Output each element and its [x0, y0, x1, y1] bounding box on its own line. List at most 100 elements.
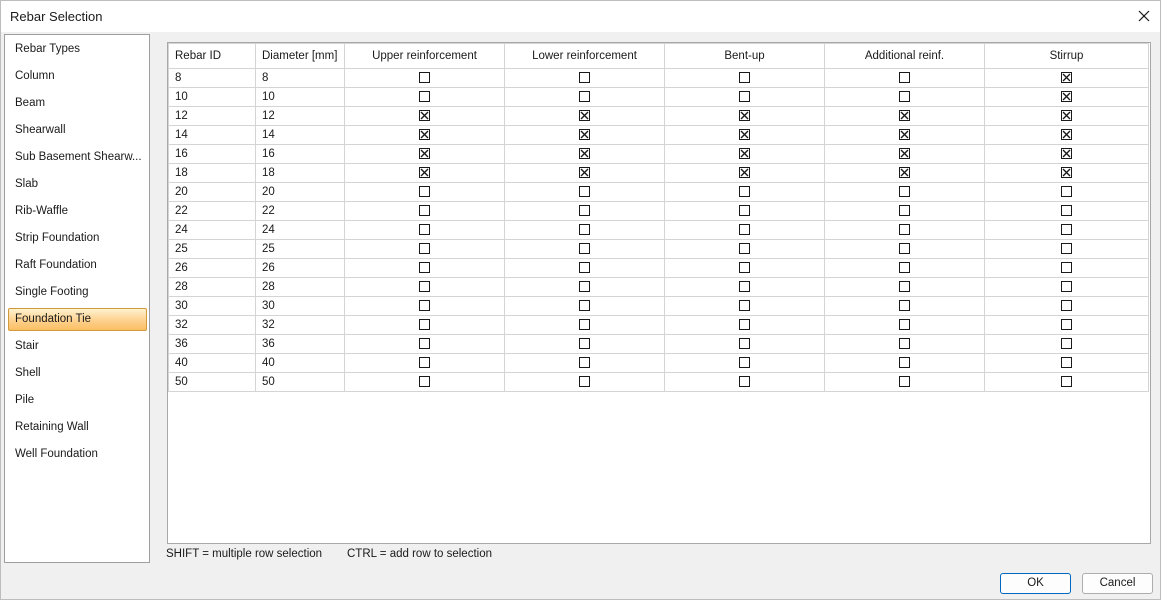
sidebar-item-column[interactable]: Column — [8, 65, 147, 88]
checkbox-checked-icon[interactable] — [419, 167, 430, 179]
checkbox-unchecked-icon[interactable] — [1061, 262, 1072, 274]
sidebar-item-shell[interactable]: Shell — [8, 362, 147, 385]
checkbox-checked-icon[interactable] — [579, 148, 590, 160]
table-row[interactable]: 10 10 — [168, 87, 1149, 107]
checkbox-unchecked-icon[interactable] — [419, 186, 430, 198]
checkbox-checked-icon[interactable] — [739, 129, 750, 141]
checkbox-unchecked-icon[interactable] — [739, 338, 750, 350]
checkbox-checked-icon[interactable] — [899, 129, 910, 141]
sidebar-item-foundation-tie[interactable]: Foundation Tie — [8, 308, 147, 331]
sidebar-item-slab[interactable]: Slab — [8, 173, 147, 196]
sidebar-item-single-footing[interactable]: Single Footing — [8, 281, 147, 304]
column-header-diameter[interactable]: Diameter [mm] — [255, 43, 345, 69]
sidebar-item-rebar-types[interactable]: Rebar Types — [8, 38, 147, 61]
checkbox-unchecked-icon[interactable] — [899, 319, 910, 331]
column-header-stirrup[interactable]: Stirrup — [984, 43, 1149, 69]
checkbox-checked-icon[interactable] — [1061, 91, 1072, 103]
sidebar-item-rib-waffle[interactable]: Rib-Waffle — [8, 200, 147, 223]
checkbox-unchecked-icon[interactable] — [1061, 300, 1072, 312]
checkbox-unchecked-icon[interactable] — [419, 91, 430, 103]
table-row[interactable]: 24 24 — [168, 220, 1149, 240]
checkbox-unchecked-icon[interactable] — [739, 91, 750, 103]
checkbox-unchecked-icon[interactable] — [899, 376, 910, 388]
checkbox-checked-icon[interactable] — [899, 167, 910, 179]
checkbox-checked-icon[interactable] — [1061, 148, 1072, 160]
checkbox-unchecked-icon[interactable] — [739, 281, 750, 293]
checkbox-checked-icon[interactable] — [419, 129, 430, 141]
checkbox-unchecked-icon[interactable] — [739, 319, 750, 331]
checkbox-unchecked-icon[interactable] — [419, 262, 430, 274]
checkbox-unchecked-icon[interactable] — [739, 186, 750, 198]
table-row[interactable]: 20 20 — [168, 182, 1149, 202]
checkbox-unchecked-icon[interactable] — [899, 91, 910, 103]
column-header-bent-up[interactable]: Bent-up — [664, 43, 825, 69]
checkbox-unchecked-icon[interactable] — [899, 300, 910, 312]
checkbox-checked-icon[interactable] — [1061, 167, 1072, 179]
column-header-upper-reinforcement[interactable]: Upper reinforcement — [344, 43, 505, 69]
table-row[interactable]: 14 14 — [168, 125, 1149, 145]
checkbox-unchecked-icon[interactable] — [899, 72, 910, 84]
checkbox-unchecked-icon[interactable] — [1061, 319, 1072, 331]
checkbox-unchecked-icon[interactable] — [579, 91, 590, 103]
checkbox-unchecked-icon[interactable] — [579, 243, 590, 255]
sidebar-item-retaining-wall[interactable]: Retaining Wall — [8, 416, 147, 439]
checkbox-unchecked-icon[interactable] — [899, 224, 910, 236]
ok-button[interactable]: OK — [1000, 573, 1071, 594]
sidebar-item-strip-foundation[interactable]: Strip Foundation — [8, 227, 147, 250]
checkbox-unchecked-icon[interactable] — [579, 262, 590, 274]
checkbox-checked-icon[interactable] — [739, 148, 750, 160]
sidebar-item-raft-foundation[interactable]: Raft Foundation — [8, 254, 147, 277]
checkbox-unchecked-icon[interactable] — [419, 281, 430, 293]
column-header-rebar-id[interactable]: Rebar ID — [168, 43, 256, 69]
checkbox-checked-icon[interactable] — [739, 167, 750, 179]
checkbox-unchecked-icon[interactable] — [579, 186, 590, 198]
table-row[interactable]: 25 25 — [168, 239, 1149, 259]
checkbox-unchecked-icon[interactable] — [419, 376, 430, 388]
checkbox-unchecked-icon[interactable] — [419, 300, 430, 312]
checkbox-unchecked-icon[interactable] — [579, 281, 590, 293]
checkbox-unchecked-icon[interactable] — [1061, 186, 1072, 198]
checkbox-unchecked-icon[interactable] — [899, 281, 910, 293]
checkbox-unchecked-icon[interactable] — [1061, 338, 1072, 350]
checkbox-unchecked-icon[interactable] — [579, 224, 590, 236]
checkbox-unchecked-icon[interactable] — [739, 357, 750, 369]
checkbox-unchecked-icon[interactable] — [579, 319, 590, 331]
table-row[interactable]: 36 36 — [168, 334, 1149, 354]
checkbox-checked-icon[interactable] — [579, 167, 590, 179]
checkbox-unchecked-icon[interactable] — [1061, 224, 1072, 236]
checkbox-unchecked-icon[interactable] — [1061, 376, 1072, 388]
checkbox-unchecked-icon[interactable] — [899, 262, 910, 274]
checkbox-unchecked-icon[interactable] — [579, 72, 590, 84]
checkbox-checked-icon[interactable] — [419, 148, 430, 160]
checkbox-unchecked-icon[interactable] — [579, 357, 590, 369]
sidebar-item-shearwall[interactable]: Shearwall — [8, 119, 147, 142]
column-header-additional-reinf[interactable]: Additional reinf. — [824, 43, 985, 69]
column-header-lower-reinforcement[interactable]: Lower reinforcement — [504, 43, 665, 69]
table-row[interactable]: 16 16 — [168, 144, 1149, 164]
sidebar-item-sub-basement-shearw[interactable]: Sub Basement Shearw... — [8, 146, 147, 169]
checkbox-unchecked-icon[interactable] — [899, 357, 910, 369]
table-row[interactable]: 12 12 — [168, 106, 1149, 126]
sidebar-item-well-foundation[interactable]: Well Foundation — [8, 443, 147, 466]
table-row[interactable]: 50 50 — [168, 372, 1149, 392]
checkbox-unchecked-icon[interactable] — [899, 186, 910, 198]
table-row[interactable]: 26 26 — [168, 258, 1149, 278]
checkbox-unchecked-icon[interactable] — [419, 319, 430, 331]
checkbox-unchecked-icon[interactable] — [899, 338, 910, 350]
cancel-button[interactable]: Cancel — [1082, 573, 1153, 594]
table-row[interactable]: 28 28 — [168, 277, 1149, 297]
table-row[interactable]: 32 32 — [168, 315, 1149, 335]
checkbox-checked-icon[interactable] — [1061, 72, 1072, 84]
sidebar-item-stair[interactable]: Stair — [8, 335, 147, 358]
checkbox-checked-icon[interactable] — [579, 110, 590, 122]
checkbox-unchecked-icon[interactable] — [739, 243, 750, 255]
checkbox-checked-icon[interactable] — [579, 129, 590, 141]
checkbox-unchecked-icon[interactable] — [419, 72, 430, 84]
checkbox-unchecked-icon[interactable] — [419, 205, 430, 217]
checkbox-unchecked-icon[interactable] — [579, 205, 590, 217]
checkbox-unchecked-icon[interactable] — [739, 205, 750, 217]
checkbox-unchecked-icon[interactable] — [899, 205, 910, 217]
checkbox-unchecked-icon[interactable] — [1061, 205, 1072, 217]
checkbox-unchecked-icon[interactable] — [739, 224, 750, 236]
checkbox-unchecked-icon[interactable] — [419, 224, 430, 236]
